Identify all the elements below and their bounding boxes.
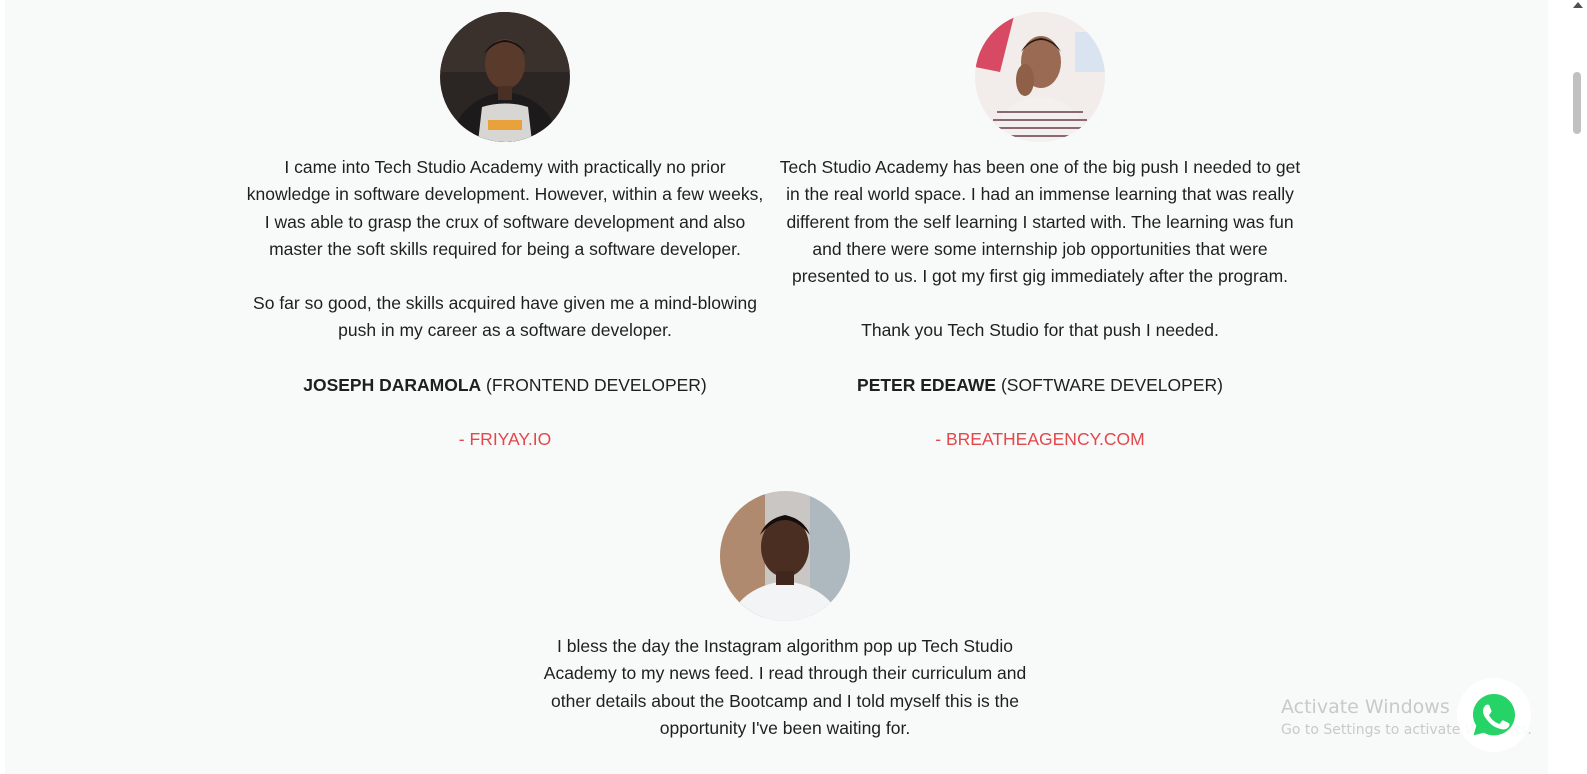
author-role: (FRONTEND DEVELOPER) (486, 374, 707, 395)
testimonial-text: I bless the day the Instagram algorithm … (543, 636, 1027, 738)
testimonial-card: Tech Studio Academy has been one of the … (775, 12, 1305, 453)
testimonial-card: I came into Tech Studio Academy with pra… (242, 12, 768, 453)
testimonial-text: I came into Tech Studio Academy with pra… (246, 157, 764, 259)
whatsapp-chat-button[interactable] (1457, 678, 1531, 752)
author-role: (SOFTWARE DEVELOPER) (1000, 374, 1223, 395)
scrollbar-thumb[interactable] (1573, 72, 1581, 134)
person-photo-avatar (975, 12, 1105, 142)
person-photo-avatar (440, 12, 570, 142)
vertical-scrollbar[interactable] (1569, 0, 1587, 774)
author-company: - FRIYAY.IO (458, 429, 552, 450)
testimonial-text: So far so good, the skills acquired have… (253, 293, 757, 341)
author-name: JOSEPH DARAMOLA (303, 374, 482, 395)
page-background: I came into Tech Studio Academy with pra… (5, 0, 1548, 774)
testimonial-author: PETER EDEAWE (SOFTWARE DEVELOPER) (775, 372, 1305, 399)
testimonial-text: Tech Studio Academy has been one of the … (779, 157, 1301, 287)
whatsapp-icon (1473, 694, 1515, 736)
person-photo-avatar (720, 491, 850, 621)
testimonial-card: I bless the day the Instagram algorithm … (535, 491, 1035, 769)
testimonial-author: JOSEPH DARAMOLA (FRONTEND DEVELOPER) (242, 372, 768, 399)
scroll-up-arrow-icon[interactable] (1573, 2, 1583, 8)
author-company: - BREATHEAGENCY.COM (935, 429, 1145, 450)
testimonial-text: Thank you Tech Studio for that push I ne… (861, 320, 1219, 341)
author-name: PETER EDEAWE (857, 374, 997, 395)
